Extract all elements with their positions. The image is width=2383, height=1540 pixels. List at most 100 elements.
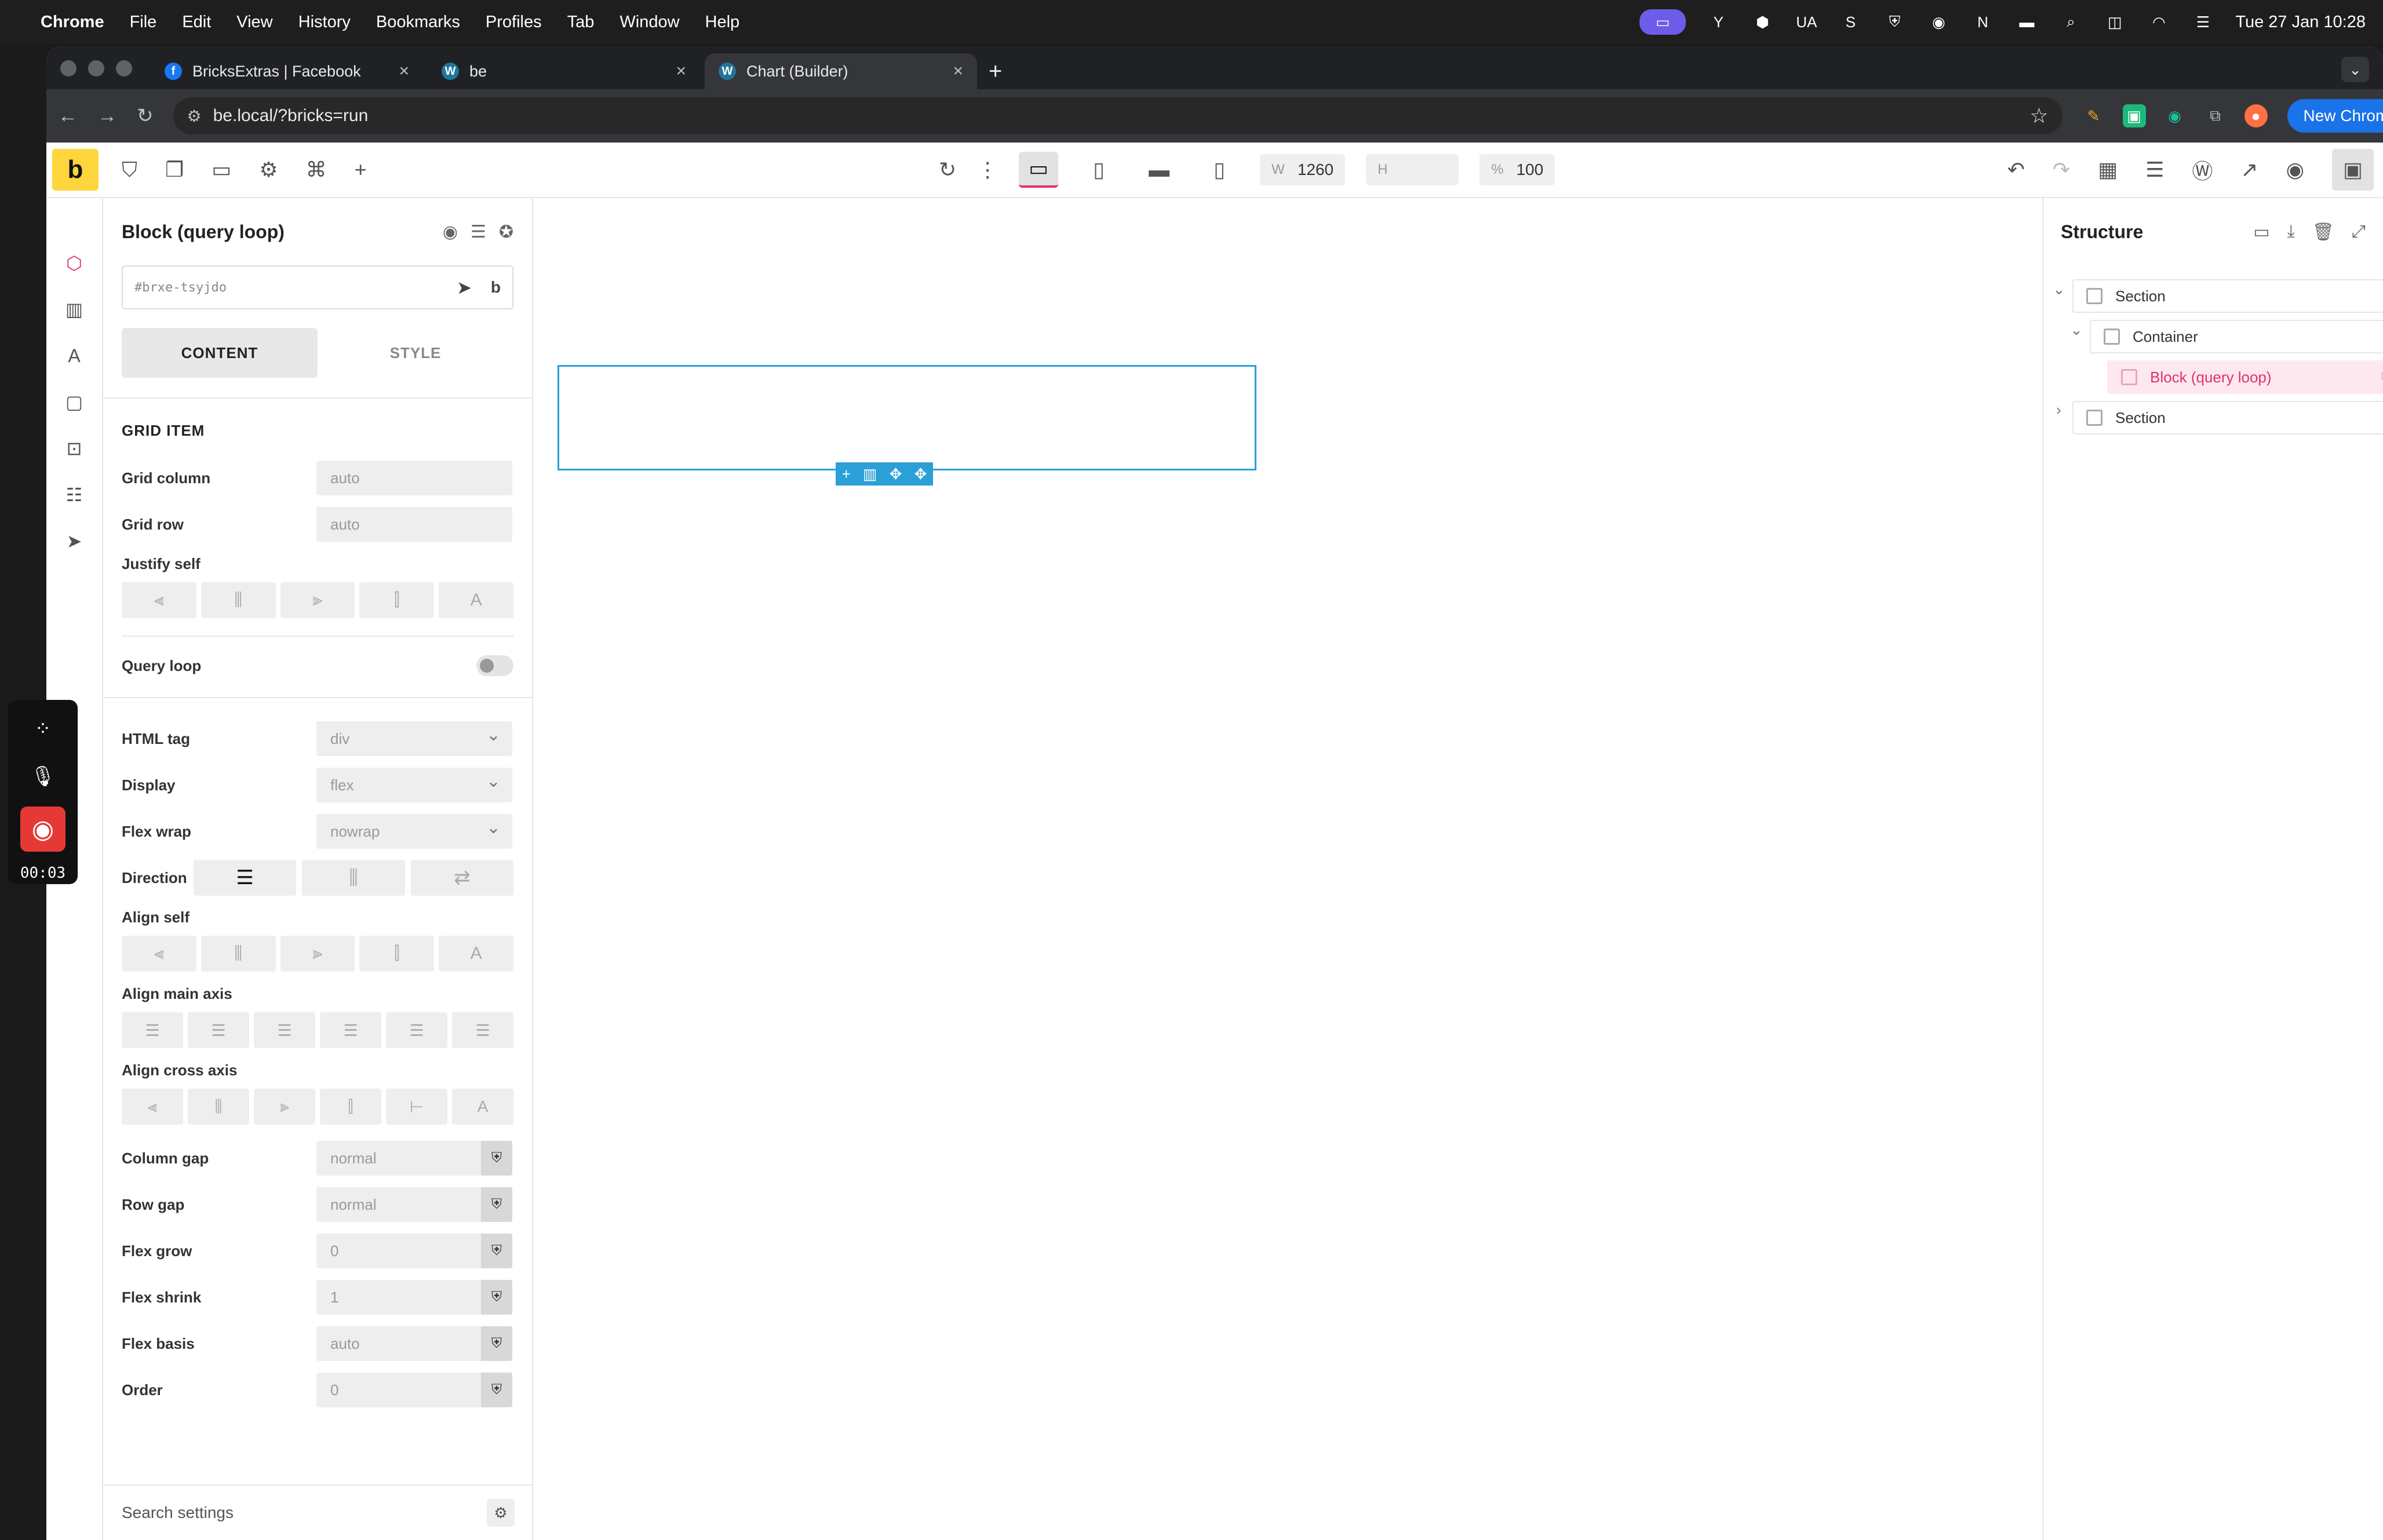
- wifi-icon[interactable]: ◠: [2147, 10, 2170, 34]
- stop-recording-button[interactable]: ◉: [20, 807, 65, 852]
- align-self-stretch-icon[interactable]: ⫿: [359, 936, 435, 972]
- variable-shield-icon[interactable]: ⛨: [481, 1234, 512, 1268]
- flex-grow-input[interactable]: 0 ⛨: [316, 1234, 512, 1268]
- typography-icon[interactable]: A: [63, 344, 86, 367]
- menu-view[interactable]: View: [236, 13, 272, 32]
- close-window-button[interactable]: [60, 60, 76, 76]
- new-tab-icon[interactable]: +: [989, 53, 1002, 89]
- justify-center-icon[interactable]: ⫼: [201, 582, 276, 618]
- cross-stretch-icon[interactable]: ⫿: [320, 1089, 381, 1125]
- align-self-start-icon[interactable]: ⫷: [122, 936, 196, 972]
- screen-share-icon[interactable]: ▭: [1639, 9, 1686, 35]
- chevron-down-icon[interactable]: ⌄: [2070, 321, 2083, 339]
- settings-gear-icon[interactable]: ⚙: [259, 158, 278, 183]
- control-center-icon[interactable]: ☰: [2191, 10, 2214, 34]
- variable-shield-icon[interactable]: ⛨: [481, 1373, 512, 1407]
- border-icon[interactable]: ▢: [63, 391, 86, 414]
- new-chrome-available-button[interactable]: New Chrome available ⋮: [2287, 99, 2383, 133]
- expand-icon[interactable]: ⤢: [2352, 222, 2366, 242]
- tablet-landscape-breakpoint-icon[interactable]: ▯: [1079, 152, 1118, 188]
- flex-wrap-select[interactable]: nowrap: [316, 814, 512, 849]
- undo-icon[interactable]: ↶: [2007, 158, 2025, 182]
- align-self-end-icon[interactable]: ⫸: [280, 936, 355, 972]
- flex-basis-input[interactable]: auto ⛨: [316, 1326, 512, 1361]
- save-icon[interactable]: ▣: [2332, 149, 2374, 191]
- tab-chart-builder[interactable]: W Chart (Builder) ×: [705, 53, 977, 89]
- forward-arrow-icon[interactable]: →: [97, 105, 117, 127]
- address-bar[interactable]: ⚙ be.local/?bricks=run ☆: [173, 97, 2063, 134]
- cube-icon[interactable]: ⬢: [1751, 10, 1774, 34]
- align-self-center-icon[interactable]: ⫼: [201, 936, 276, 972]
- canvas-zoom-input[interactable]: % 100: [1480, 154, 1555, 185]
- tab-be[interactable]: W be ×: [428, 53, 700, 89]
- builder-canvas[interactable]: + ▥ ✥ ✥: [533, 198, 2042, 1540]
- html-tag-select[interactable]: div: [316, 721, 512, 756]
- tablet-portrait-breakpoint-icon[interactable]: ▬: [1139, 152, 1179, 188]
- align-self-baseline-icon[interactable]: A: [439, 936, 513, 972]
- variable-shield-icon[interactable]: ⛨: [481, 1280, 512, 1315]
- layout-grid-icon[interactable]: ▥: [63, 298, 86, 321]
- minimize-window-button[interactable]: [88, 60, 104, 76]
- duplicate-icon[interactable]: ⧉: [2381, 368, 2383, 386]
- ribbon-icon[interactable]: ✪: [499, 222, 513, 242]
- menu-window[interactable]: Window: [620, 13, 679, 32]
- menu-history[interactable]: History: [298, 13, 351, 32]
- grid-column-input[interactable]: auto: [316, 461, 512, 495]
- yoast-icon[interactable]: Y: [1707, 10, 1730, 34]
- s-app-icon[interactable]: S: [1839, 10, 1862, 34]
- visibility-eye-icon[interactable]: ◉: [443, 222, 458, 242]
- download-icon[interactable]: ⤓: [2287, 222, 2295, 242]
- spotlight-search-icon[interactable]: ⌕: [2059, 10, 2082, 34]
- canvas-width-input[interactable]: W 1260: [1260, 154, 1346, 185]
- notion-icon[interactable]: N: [1971, 10, 1994, 34]
- menu-app-name[interactable]: Chrome: [41, 13, 104, 32]
- main-end-icon[interactable]: ☰: [254, 1012, 315, 1048]
- canvas-height-input[interactable]: H: [1366, 154, 1459, 185]
- close-tab-icon[interactable]: ×: [953, 61, 963, 81]
- profile-avatar[interactable]: ●: [2244, 104, 2268, 127]
- redo-icon[interactable]: ↷: [2053, 158, 2070, 182]
- chevron-down-icon[interactable]: ⌄: [2053, 280, 2065, 298]
- wordpress-admin-icon[interactable]: Ⓦ: [2192, 155, 2213, 185]
- row-gap-input[interactable]: normal ⛨: [316, 1187, 512, 1222]
- reload-icon[interactable]: ↻: [137, 104, 154, 127]
- add-element-icon[interactable]: +: [355, 158, 367, 183]
- layout-icon[interactable]: ▦: [2098, 158, 2118, 182]
- selected-block-outline[interactable]: [558, 365, 1256, 470]
- puzzle-extensions-icon[interactable]: ⧉: [2204, 104, 2227, 127]
- menu-tab[interactable]: Tab: [567, 13, 595, 32]
- more-options-icon[interactable]: ⋮: [977, 158, 998, 182]
- trash-icon[interactable]: 🗑: [2312, 222, 2334, 242]
- justify-stretch-icon[interactable]: ⫿: [359, 582, 435, 618]
- variable-shield-icon[interactable]: ⛨: [481, 1326, 512, 1361]
- gear-icon[interactable]: ⚙: [487, 1499, 515, 1527]
- main-space-around-icon[interactable]: ☰: [386, 1012, 447, 1048]
- columns-icon[interactable]: ▥: [863, 465, 877, 483]
- external-link-icon[interactable]: ↗: [2240, 158, 2258, 182]
- chevron-right-icon[interactable]: ›: [2056, 401, 2061, 419]
- pages-icon[interactable]: ❐: [165, 158, 184, 183]
- main-space-evenly-icon[interactable]: ☰: [452, 1012, 513, 1048]
- pen-extension-icon[interactable]: ✎: [2082, 104, 2105, 127]
- element-id-field[interactable]: #brxe-tsyjdo ➤ b: [122, 265, 513, 309]
- main-space-between-icon[interactable]: ☰: [320, 1012, 381, 1048]
- justify-baseline-icon[interactable]: A: [439, 582, 513, 618]
- variable-shield-icon[interactable]: ⛨: [481, 1141, 512, 1176]
- close-tab-icon[interactable]: ×: [676, 61, 686, 81]
- microphone-muted-icon[interactable]: 🎙: [23, 759, 63, 794]
- main-start-icon[interactable]: ☰: [122, 1012, 183, 1048]
- structure-node-section[interactable]: Section: [2072, 279, 2383, 313]
- menu-file[interactable]: File: [130, 13, 157, 32]
- cross-start-icon[interactable]: ⫷: [122, 1089, 183, 1125]
- tab-style[interactable]: STYLE: [318, 328, 513, 378]
- grid-dots-icon[interactable]: ⁘: [23, 711, 63, 746]
- move-horizontal-icon[interactable]: ✥: [890, 465, 902, 483]
- structure-node-container[interactable]: Container: [2090, 320, 2383, 353]
- cross-text-icon[interactable]: A: [452, 1089, 513, 1125]
- spacing-icon[interactable]: ⊡: [63, 437, 86, 460]
- layers-icon[interactable]: ☰: [2145, 158, 2164, 182]
- grammarly-icon[interactable]: ◉: [1927, 10, 1950, 34]
- refresh-icon[interactable]: ↻: [939, 158, 956, 182]
- screen-mirror-icon[interactable]: ◫: [2103, 10, 2126, 34]
- direction-column-icon[interactable]: ☰: [194, 860, 297, 896]
